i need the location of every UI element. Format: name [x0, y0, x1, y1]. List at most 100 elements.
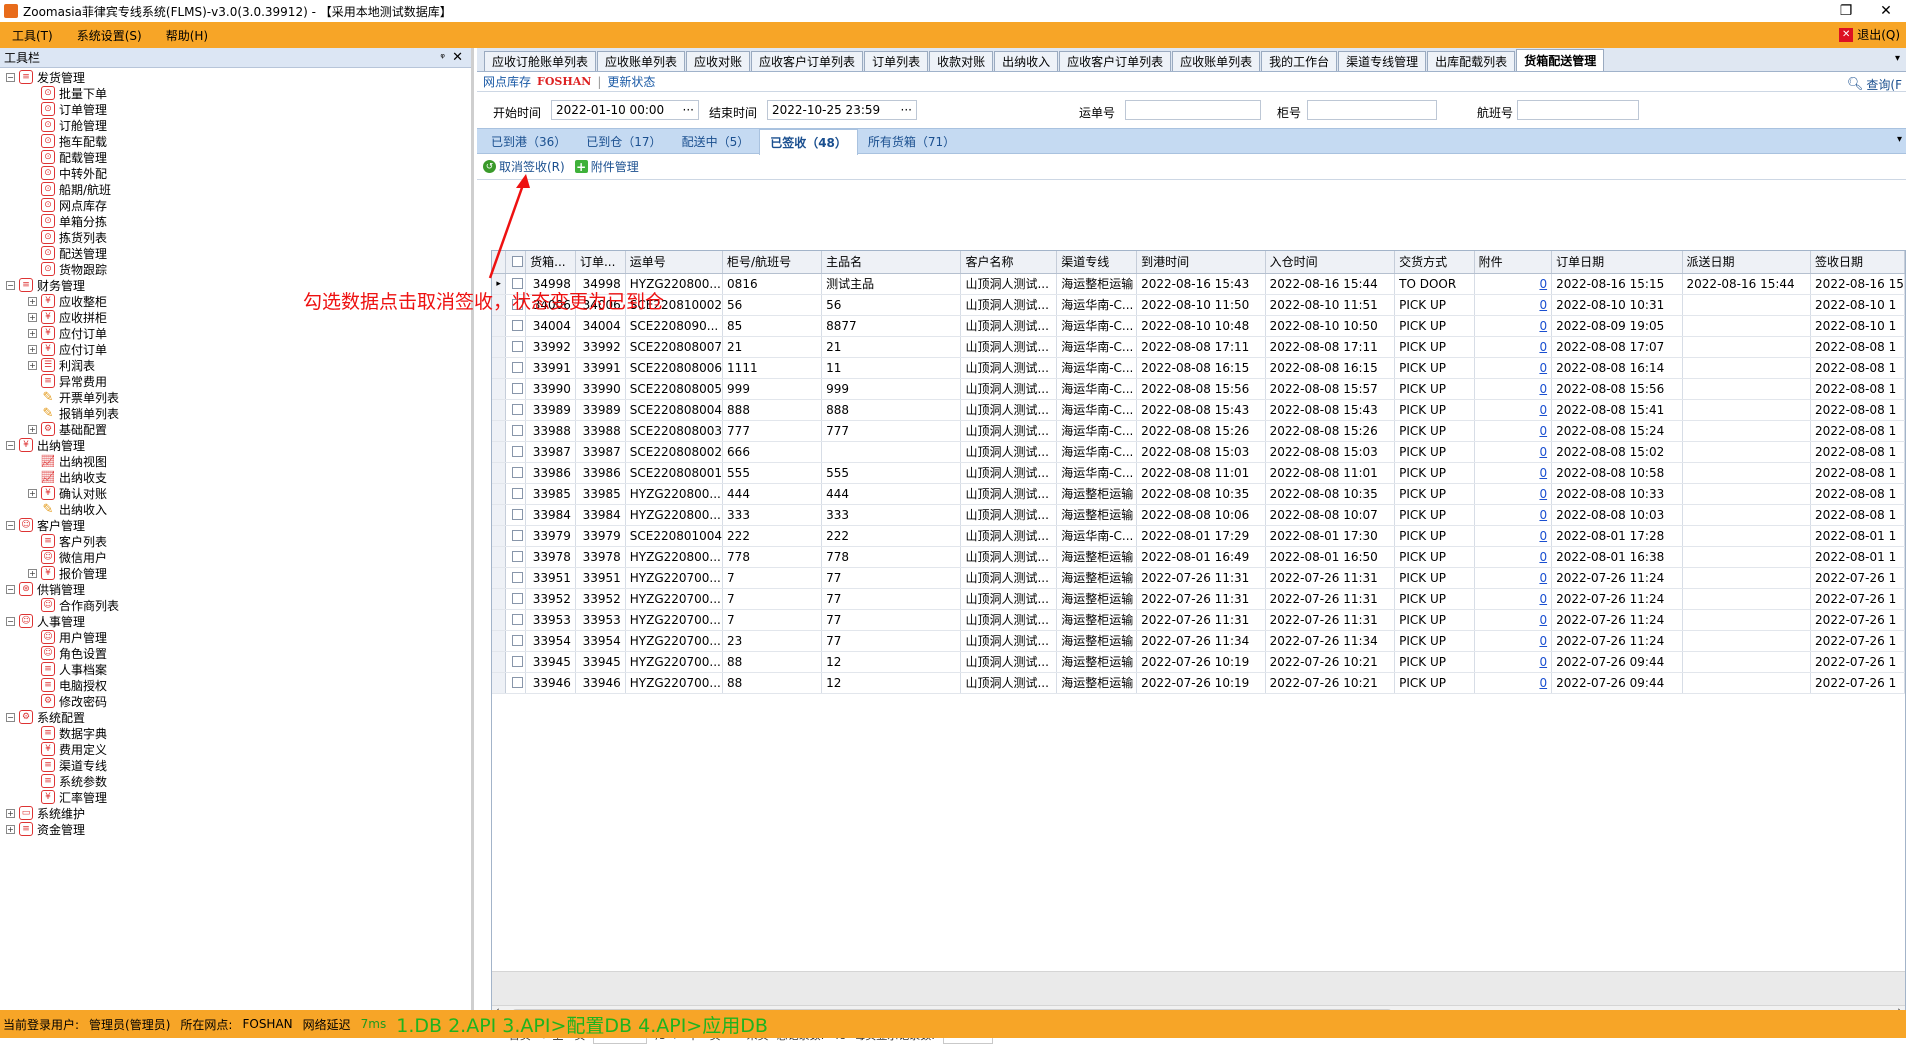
- tree-item[interactable]: 📈︎ 出纳视图: [0, 453, 471, 469]
- attachment-link[interactable]: 0: [1474, 672, 1553, 694]
- status-tab-1[interactable]: 已到仓（17）: [576, 129, 671, 153]
- tree-item[interactable]: ⊙ 拖车配载: [0, 133, 471, 149]
- tab-overflow-icon[interactable]: ▾: [1895, 53, 1900, 64]
- attachment-link[interactable]: 0: [1474, 378, 1553, 400]
- attachment-link[interactable]: 0: [1474, 651, 1553, 673]
- tree-item[interactable]: ✎ 报销单列表: [0, 405, 471, 421]
- expand-icon[interactable]: +: [28, 360, 37, 370]
- table-row[interactable]: 33989 33989 SCE220808004 888 888 山顶洞人测试... 海运华…: [492, 399, 1905, 421]
- column-header[interactable]: 交货方式: [1394, 251, 1475, 274]
- tree-item[interactable]: ⊙ 配送管理: [0, 245, 471, 261]
- row-checkbox-cell[interactable]: [505, 588, 527, 610]
- row-checkbox-cell[interactable]: [505, 609, 527, 631]
- row-checkbox[interactable]: [512, 383, 524, 394]
- table-row[interactable]: 33978 33978 HYZG220800... 778 778 山顶洞人测试... 海运…: [492, 546, 1905, 568]
- tab-0[interactable]: 应收订舱账单列表: [484, 51, 597, 71]
- waybill-input[interactable]: [1125, 100, 1261, 120]
- tree-item[interactable]: ⊙ 单箱分拣: [0, 213, 471, 229]
- attachment-link[interactable]: 0: [1474, 504, 1553, 526]
- row-checkbox-cell[interactable]: [505, 630, 527, 652]
- tree-item[interactable]: + ¥ 应付订单: [0, 325, 471, 341]
- tab-2[interactable]: 应收对账: [686, 51, 751, 71]
- tree-item[interactable]: + ¥ 应付订单: [0, 341, 471, 357]
- tree-item[interactable]: − ⚙ 系统配置: [0, 709, 471, 725]
- collapse-icon[interactable]: −: [6, 584, 15, 594]
- table-row[interactable]: 33991 33991 SCE220808006 1111 11 山顶洞人测试... 海运华…: [492, 357, 1905, 379]
- table-row[interactable]: 33979 33979 SCE220801004 222 222 山顶洞人测试... 海运华…: [492, 525, 1905, 547]
- tab-12[interactable]: 货箱配送管理: [1516, 49, 1605, 71]
- expand-icon[interactable]: +: [28, 424, 37, 434]
- row-checkbox[interactable]: [512, 488, 524, 499]
- column-header[interactable]: 入仓时间: [1265, 251, 1396, 274]
- flight-input[interactable]: [1517, 100, 1639, 120]
- row-checkbox-cell[interactable]: [505, 441, 527, 463]
- tree-item[interactable]: ¥ 汇率管理: [0, 789, 471, 805]
- row-checkbox[interactable]: [512, 677, 524, 688]
- attachment-link[interactable]: 0: [1474, 546, 1553, 568]
- column-header[interactable]: 客户名称: [960, 251, 1058, 274]
- row-checkbox[interactable]: [512, 509, 524, 520]
- tree-item[interactable]: ⊙ 货物跟踪: [0, 261, 471, 277]
- attachment-link[interactable]: 0: [1474, 420, 1553, 442]
- expand-icon[interactable]: +: [28, 296, 37, 306]
- table-row[interactable]: 33985 33985 HYZG220800... 444 444 山顶洞人测试... 海运…: [492, 483, 1905, 505]
- attachment-button[interactable]: + 附件管理: [574, 158, 639, 175]
- table-row[interactable]: 33992 33992 SCE220808007 21 21 山顶洞人测试... 海运华南-…: [492, 336, 1905, 358]
- row-checkbox[interactable]: [512, 425, 524, 436]
- tree-item[interactable]: ⊙ 中转外配: [0, 165, 471, 181]
- row-checkbox[interactable]: [512, 341, 524, 352]
- expand-icon[interactable]: +: [6, 808, 15, 818]
- tree-item[interactable]: − ☺ 人事管理: [0, 613, 471, 629]
- restore-button[interactable]: ❐: [1826, 0, 1866, 22]
- attachment-link[interactable]: 0: [1474, 609, 1553, 631]
- row-checkbox-cell[interactable]: [505, 399, 527, 421]
- tree-item[interactable]: ⊙ 批量下单: [0, 85, 471, 101]
- table-row[interactable]: 33986 33986 SCE220808001 555 555 山顶洞人测试... 海运华…: [492, 462, 1905, 484]
- tree-item[interactable]: + ¥ 报价管理: [0, 565, 471, 581]
- row-checkbox-cell[interactable]: [505, 462, 527, 484]
- status-tabs-chevron-icon[interactable]: ▾: [1897, 134, 1902, 145]
- tree-item[interactable]: ≡ 数据字典: [0, 725, 471, 741]
- tree-item[interactable]: ≡ 电脑授权: [0, 677, 471, 693]
- tree-item[interactable]: ⊙ 配载管理: [0, 149, 471, 165]
- tree-item[interactable]: ✎ 开票单列表: [0, 389, 471, 405]
- start-time-picker-icon[interactable]: ···: [683, 101, 694, 119]
- row-checkbox-cell[interactable]: [505, 378, 527, 400]
- tree-item[interactable]: + ▭ 系统维护: [0, 805, 471, 821]
- tree-item[interactable]: + ☰ 利润表: [0, 357, 471, 373]
- status-tab-2[interactable]: 配送中（5）: [672, 129, 760, 153]
- column-header[interactable]: 运单号: [625, 251, 724, 274]
- query-button[interactable]: 🔍︎ 查询(F: [1847, 76, 1902, 93]
- tree-item[interactable]: ¥ 费用定义: [0, 741, 471, 757]
- column-header[interactable]: 订单日期: [1551, 251, 1683, 274]
- logout-button[interactable]: ✕ 退出(Q): [1839, 26, 1900, 43]
- end-time-picker-icon[interactable]: ···: [901, 101, 912, 119]
- column-header[interactable]: 派送日期: [1682, 251, 1812, 274]
- collapse-icon[interactable]: −: [6, 280, 15, 290]
- tree-item[interactable]: − ⊛ 供销管理: [0, 581, 471, 597]
- attachment-link[interactable]: 0: [1474, 399, 1553, 421]
- column-header[interactable]: 订单...: [575, 251, 626, 274]
- attachment-link[interactable]: 0: [1474, 315, 1553, 337]
- expand-icon[interactable]: +: [6, 824, 15, 834]
- attachment-link[interactable]: 0: [1474, 525, 1553, 547]
- row-checkbox-cell[interactable]: [505, 483, 527, 505]
- table-row[interactable]: 33990 33990 SCE220808005 999 999 山顶洞人测试... 海运华…: [492, 378, 1905, 400]
- tree-item[interactable]: ✎ 出纳收入: [0, 501, 471, 517]
- attachment-link[interactable]: 0: [1474, 462, 1553, 484]
- attachment-link[interactable]: 0: [1474, 483, 1553, 505]
- column-header[interactable]: 附件: [1474, 251, 1553, 274]
- row-checkbox[interactable]: [512, 656, 524, 667]
- row-checkbox[interactable]: [512, 593, 524, 604]
- column-header[interactable]: 到港时间: [1136, 251, 1266, 274]
- row-checkbox-cell[interactable]: [505, 315, 527, 337]
- column-header[interactable]: 签收日期: [1810, 251, 1905, 274]
- tree-item[interactable]: ☺ 合作商列表: [0, 597, 471, 613]
- menu-system-settings[interactable]: 系统设置(S): [65, 27, 154, 44]
- refresh-status-link[interactable]: 更新状态: [607, 73, 655, 90]
- tab-9[interactable]: 我的工作台: [1261, 51, 1338, 71]
- row-checkbox-cell[interactable]: [505, 525, 527, 547]
- tab-11[interactable]: 出库配载列表: [1427, 51, 1516, 71]
- status-tab-4[interactable]: 所有货箱（71）: [858, 129, 965, 153]
- tree-item[interactable]: ☺ 用户管理: [0, 629, 471, 645]
